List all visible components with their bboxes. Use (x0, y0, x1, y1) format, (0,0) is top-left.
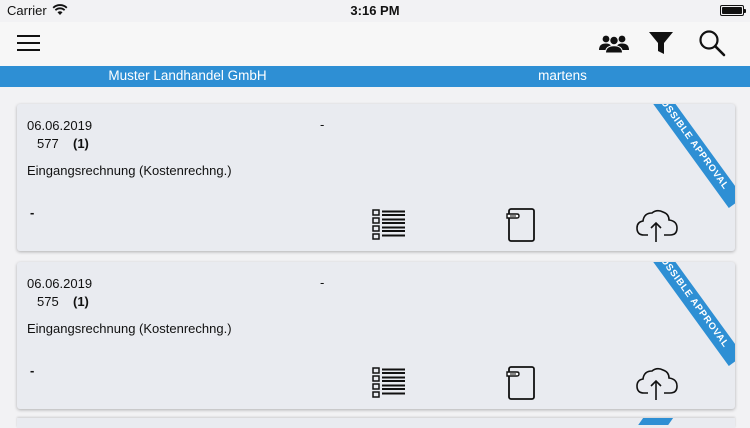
document-card[interactable]: 06.06.2019 - 575 (1) Eingangsrechnung (K… (17, 262, 735, 409)
info-bar: Muster Landhandel GmbH martens (0, 66, 750, 87)
list-icon[interactable] (372, 366, 406, 398)
menu-icon[interactable] (17, 34, 40, 52)
group-icon[interactable] (599, 31, 629, 55)
document-card[interactable]: 06.06.2019 - 577 (1) Eingangsrechnung (K… (17, 104, 735, 251)
user-name: martens (538, 68, 587, 83)
note-icon[interactable] (506, 365, 536, 401)
document-number: 577 (37, 136, 59, 151)
document-type: Eingangsrechnung (Kostenrechng.) (27, 321, 232, 336)
cloud-upload-icon[interactable] (636, 207, 678, 243)
filter-icon[interactable] (648, 30, 674, 56)
document-count: (1) (73, 294, 89, 309)
document-date: 06.06.2019 (27, 118, 93, 133)
cloud-upload-icon[interactable] (636, 365, 678, 401)
document-dash: - (320, 275, 325, 290)
document-dash: - (320, 117, 325, 132)
document-date: 06.06.2019 (27, 276, 93, 291)
document-card-partial[interactable] (17, 418, 735, 428)
possible-approval-ribbon: POSSIBLE APPROVAL (640, 262, 735, 366)
status-bar: Carrier 3:16 PM (0, 0, 750, 22)
list-icon[interactable] (372, 208, 406, 240)
document-count: (1) (73, 136, 89, 151)
clock: 3:16 PM (350, 3, 400, 18)
document-number: 575 (37, 294, 59, 309)
document-note: - (30, 205, 35, 220)
navigation-bar (0, 22, 750, 66)
battery-icon (720, 5, 746, 16)
company-name: Muster Landhandel GmbH (108, 68, 267, 83)
note-icon[interactable] (506, 207, 536, 243)
document-type: Eingangsrechnung (Kostenrechng.) (27, 163, 232, 178)
document-note: - (30, 363, 35, 378)
search-icon[interactable] (698, 29, 726, 57)
possible-approval-ribbon: POSSIBLE APPROVAL (640, 104, 735, 208)
